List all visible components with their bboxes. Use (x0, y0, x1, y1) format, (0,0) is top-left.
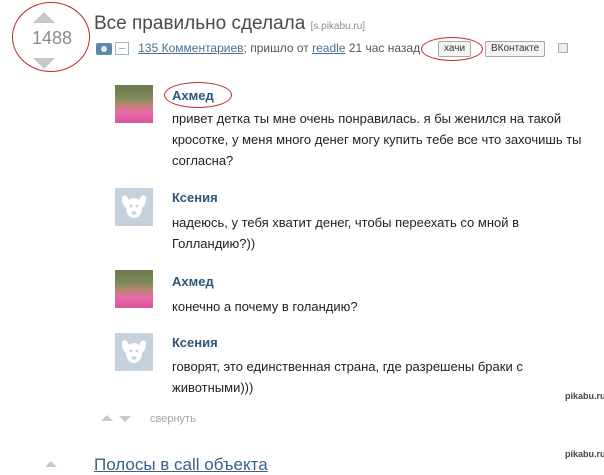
vk-dog-icon (121, 340, 147, 363)
author-link[interactable]: readle (312, 41, 345, 55)
post-source[interactable]: [s.pikabu.ru] (311, 21, 365, 32)
collapse-image-button[interactable]: – (115, 42, 129, 56)
comment-author[interactable]: Ксения (172, 190, 218, 205)
author-highlight-ellipse (164, 82, 232, 108)
avatar[interactable] (115, 333, 153, 371)
comment-author[interactable]: Ахмед (172, 274, 214, 289)
comments-link[interactable]: 135 Комментариев (138, 41, 243, 55)
save-icon[interactable] (558, 43, 568, 53)
comment-text: привет детка ты мне очень понравилась. я… (172, 111, 582, 168)
comment-text: говорят, это единственная страна, где ра… (172, 359, 523, 395)
next-post-title[interactable]: Полосы в call объекта (94, 455, 268, 475)
tag-highlight-ellipse (421, 37, 483, 61)
post-title[interactable]: Все правильно сделала (94, 13, 305, 34)
posted-from-text: ; пришло от (243, 41, 309, 55)
post-meta: – 135 Комментариев; пришло от readle 21 … (96, 41, 421, 56)
comment-text: конечно а почему в голандию? (172, 299, 358, 314)
comments-vote-up-icon[interactable] (101, 415, 113, 421)
collapse-comments-link[interactable]: свернуть (150, 413, 196, 425)
comment-author[interactable]: Ксения (172, 335, 218, 350)
avatar[interactable] (115, 270, 153, 308)
avatar[interactable] (115, 85, 153, 123)
vk-share-button[interactable]: ВКонтакте (485, 41, 546, 57)
comment-text: надеюсь, у тебя хватит денег, чтобы пере… (172, 215, 520, 251)
watermark: pikabu.ru (565, 391, 604, 401)
rating-highlight-ellipse (12, 2, 90, 72)
vk-dog-icon (121, 195, 147, 218)
camera-icon[interactable] (96, 42, 112, 55)
next-vote-up-icon[interactable] (45, 461, 57, 467)
avatar[interactable] (115, 188, 153, 226)
post-time: 21 час назад (348, 41, 421, 55)
watermark: pikabu.ru (565, 449, 604, 459)
post-title-row: Все правильно сделала [s.pikabu.ru] (94, 13, 365, 35)
comments-vote-down-icon[interactable] (119, 416, 131, 422)
